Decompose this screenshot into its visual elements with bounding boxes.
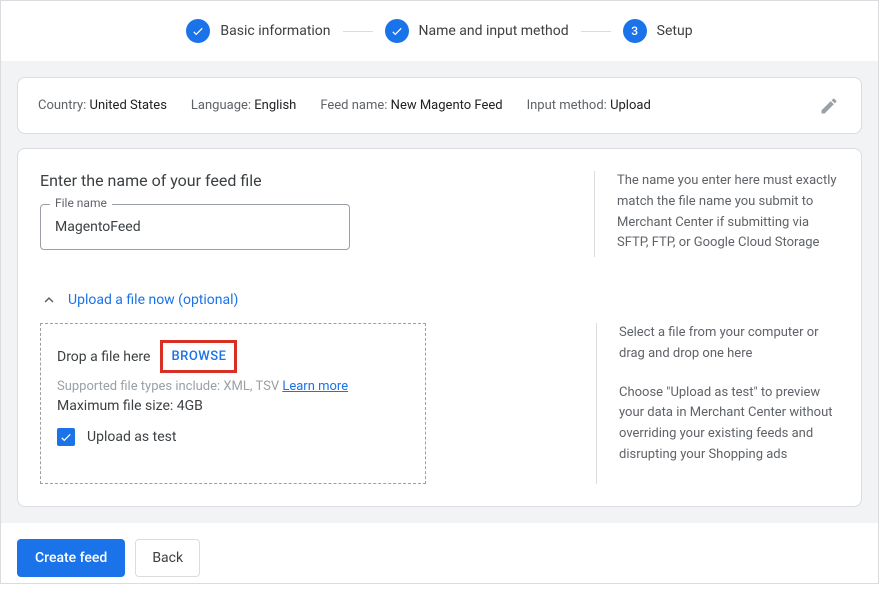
step-connector [343,31,373,32]
check-icon [385,19,409,43]
upload-as-test-checkbox[interactable] [57,428,75,446]
chevron-up-icon [40,291,58,309]
footer-actions: Create feed Back [1,523,878,593]
learn-more-link[interactable]: Learn more [282,379,348,394]
upload-as-test-row: Upload as test [57,428,409,446]
browse-button[interactable]: BROWSE [163,343,234,370]
step-label: Setup [657,23,693,39]
summary-language: Language: English [191,98,296,113]
max-file-size: Maximum file size: 4GB [57,398,409,414]
filename-field-wrapper: File name [40,204,350,250]
section-title: Enter the name of your feed file [40,171,564,190]
upload-toggle-section: Upload a file now (optional) [40,291,839,309]
form-card: Enter the name of your feed file File na… [17,148,862,507]
file-drop-area[interactable]: Drop a file here BROWSE Supported file t… [40,323,426,484]
upload-help-text: Select a file from your computer or drag… [596,323,839,484]
edit-button[interactable] [815,92,843,120]
filename-label: File name [50,196,112,210]
main-content: Country: United States Language: English… [1,61,878,523]
upload-toggle-button[interactable]: Upload a file now (optional) [40,291,238,309]
filename-help-text: The name you enter here must exactly mat… [595,171,839,257]
summary-country: Country: United States [38,98,167,113]
back-button[interactable]: Back [135,539,200,577]
upload-toggle-label: Upload a file now (optional) [68,292,238,308]
pencil-icon [819,96,839,116]
filename-input[interactable] [40,204,350,250]
summary-feedname: Feed name: New Magento Feed [320,98,502,113]
supported-types: Supported file types include: XML, TSV L… [57,379,409,394]
step-basic-information[interactable]: Basic information [186,19,330,43]
step-label: Name and input method [419,23,569,39]
step-label: Basic information [220,23,330,39]
check-icon [59,430,73,444]
step-name-and-input[interactable]: Name and input method [385,19,569,43]
create-feed-button[interactable]: Create feed [17,539,125,577]
browse-highlight: BROWSE [160,340,237,373]
upload-as-test-label: Upload as test [87,429,176,445]
step-setup[interactable]: 3 Setup [623,19,693,43]
drop-label: Drop a file here [57,349,150,365]
progress-stepper: Basic information Name and input method … [1,1,878,61]
step-number: 3 [623,19,647,43]
summary-card: Country: United States Language: English… [17,77,862,134]
step-connector [581,31,611,32]
check-icon [186,19,210,43]
summary-inputmethod: Input method: Upload [527,98,651,113]
